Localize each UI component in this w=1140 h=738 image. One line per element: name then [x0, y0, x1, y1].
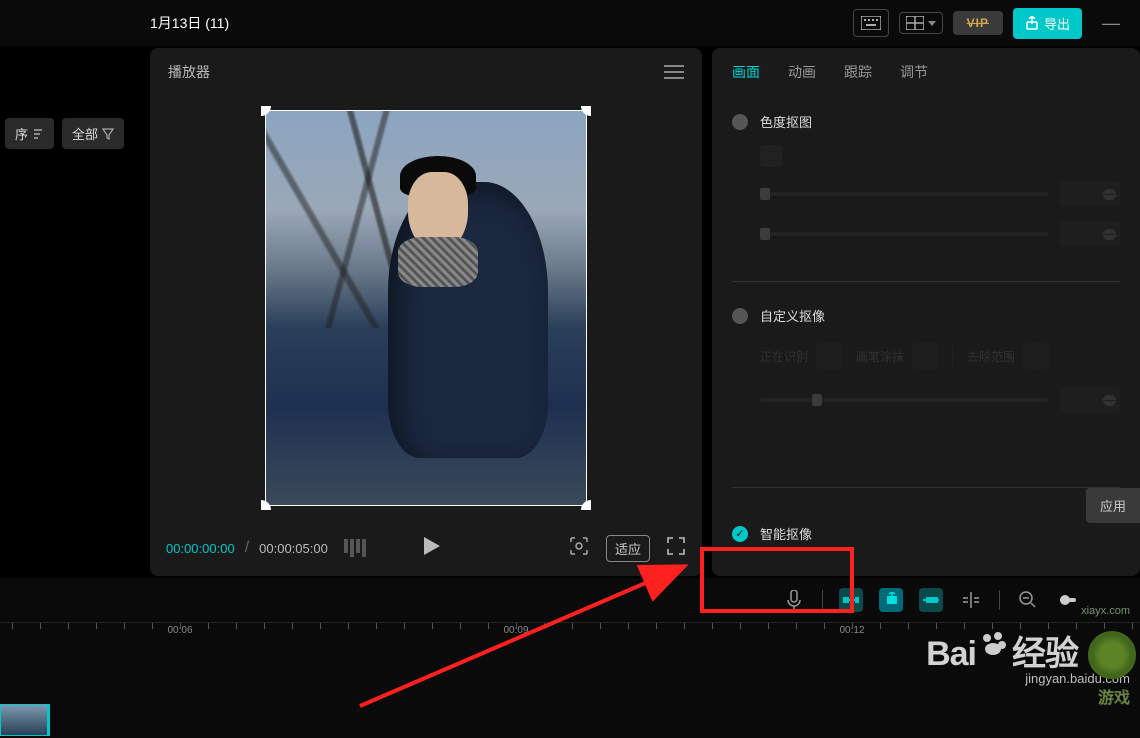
tab-animation[interactable]: 动画: [788, 62, 816, 82]
project-title: 1月13日 (11): [150, 13, 229, 33]
clip-thumbnail[interactable]: [0, 704, 50, 736]
property-tabs: 画面 动画 跟踪 调节: [712, 48, 1140, 96]
tab-picture[interactable]: 画面: [732, 62, 760, 82]
player-menu-icon[interactable]: [664, 65, 684, 79]
filter-icon: [102, 128, 114, 140]
chip-icon-1[interactable]: [816, 343, 842, 369]
sort-icon: [32, 128, 44, 140]
tab-adjust[interactable]: 调节: [900, 62, 928, 82]
chip-icon-3[interactable]: [1023, 343, 1049, 369]
player-header: 播放器: [150, 48, 702, 96]
color-swatch[interactable]: [760, 145, 782, 167]
sort-all-button[interactable]: 全部: [62, 118, 124, 149]
time-total: 00:00:05:00: [259, 541, 328, 556]
fit-button[interactable]: 适应: [606, 535, 650, 562]
radio-custom[interactable]: [732, 308, 748, 324]
timeline-toolbar: [0, 578, 1140, 622]
vip-button[interactable]: VIP: [953, 11, 1003, 35]
video-content: [266, 111, 586, 505]
export-button[interactable]: 导出: [1013, 8, 1082, 39]
player-panel: 播放器 00:00:00:00 /: [150, 48, 702, 576]
slider-3[interactable]: [760, 398, 1048, 402]
sort-order-button[interactable]: 序: [5, 118, 54, 149]
zoom-out-icon[interactable]: [1016, 588, 1040, 612]
player-controls: 00:00:00:00 / 00:00:05:00 适应: [150, 520, 702, 576]
section-chroma: 色度抠图: [712, 96, 1140, 273]
time-current: 00:00:00:00: [166, 541, 235, 556]
label-smart: 智能抠像: [760, 524, 812, 543]
slider-2[interactable]: [760, 232, 1048, 236]
audio-bars-icon[interactable]: [344, 539, 366, 557]
value-box-1[interactable]: [1060, 181, 1120, 207]
play-button[interactable]: [424, 537, 440, 560]
layout-dropdown[interactable]: [899, 12, 943, 34]
keyboard-icon[interactable]: [853, 9, 889, 37]
chip-icon-2[interactable]: [912, 343, 938, 369]
player-viewport[interactable]: [150, 96, 702, 520]
label-custom: 自定义抠像: [760, 306, 825, 325]
main-area: 序 全部 播放器: [0, 46, 1140, 578]
fullscreen-icon[interactable]: [666, 536, 686, 561]
top-bar: 1月13日 (11) VIP 导出 —: [0, 0, 1140, 46]
player-title: 播放器: [168, 62, 210, 82]
properties-panel: 画面 动画 跟踪 调节 色度抠图: [712, 48, 1140, 576]
crop-icon[interactable]: [568, 535, 590, 562]
mic-icon[interactable]: [782, 588, 806, 612]
export-label: 导出: [1044, 14, 1070, 33]
align-icon[interactable]: [959, 588, 983, 612]
label-chroma: 色度抠图: [760, 112, 812, 131]
value-box-3[interactable]: [1060, 387, 1120, 413]
radio-chroma[interactable]: [732, 114, 748, 130]
left-panel: 序 全部: [0, 48, 140, 576]
zoom-slider-icon[interactable]: [1056, 588, 1080, 612]
top-right-controls: VIP 导出 —: [853, 8, 1130, 39]
value-box-2[interactable]: [1060, 221, 1120, 247]
export-icon: [1025, 16, 1039, 30]
tool-icon-3[interactable]: [919, 588, 943, 612]
tool-icon-1[interactable]: [839, 588, 863, 612]
slider-1[interactable]: [760, 192, 1048, 196]
clip-strip[interactable]: [0, 704, 50, 736]
tool-icon-2[interactable]: [879, 588, 903, 612]
section-custom: 自定义抠像 正在识别 画笔涂抹 去除范围: [712, 290, 1140, 439]
chevron-down-icon: [928, 21, 936, 26]
video-frame[interactable]: [265, 110, 587, 506]
tab-tracking[interactable]: 跟踪: [844, 62, 872, 82]
section-smart: ✓ 智能抠像: [712, 496, 1140, 581]
watermark: xiayx.com Bai 经验 jingyan.baidu.com 游戏: [926, 617, 1130, 708]
radio-smart[interactable]: ✓: [732, 526, 748, 542]
apply-button[interactable]: 应用: [1086, 488, 1140, 523]
minimize-button[interactable]: —: [1092, 13, 1130, 34]
